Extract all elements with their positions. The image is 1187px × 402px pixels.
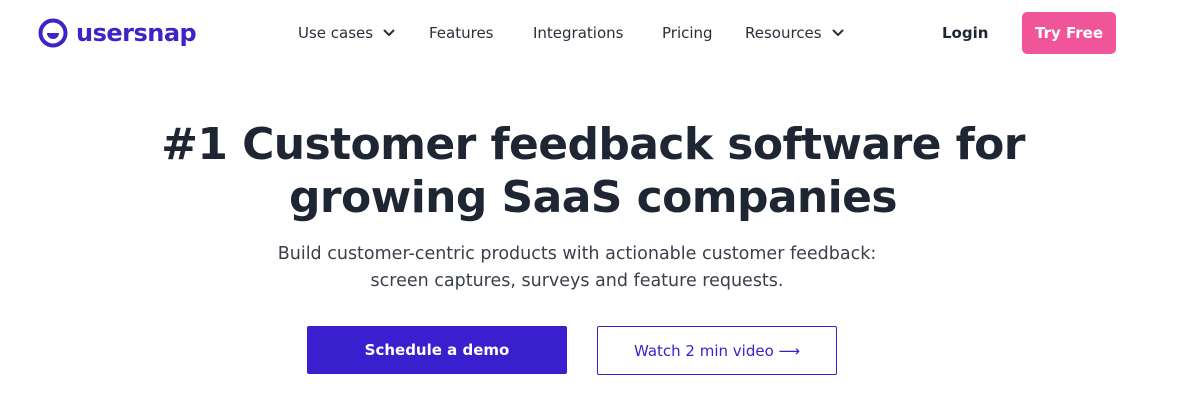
nav-features-label: Features [429, 24, 494, 42]
hero-title-line: growing SaaS companies [289, 172, 898, 223]
hero-title: #1 Customer feedback software for growin… [93, 118, 1093, 224]
watch-video-button[interactable]: Watch 2 min video ⟶ [597, 326, 837, 375]
hero-subtitle-line: Build customer-centric products with act… [277, 244, 877, 264]
nav-pricing-label: Pricing [662, 24, 713, 42]
brand-name: usersnap [76, 19, 197, 47]
nav-integrations[interactable]: Integrations [533, 22, 623, 44]
login-link[interactable]: Login [942, 22, 988, 44]
nav-use-cases[interactable]: Use cases [298, 22, 395, 44]
nav-features[interactable]: Features [429, 22, 494, 44]
nav-integrations-label: Integrations [533, 24, 624, 42]
nav-use-cases-label: Use cases [298, 24, 374, 42]
chevron-down-icon [383, 29, 395, 36]
hero-title-line: #1 Customer feedback software for [161, 119, 1025, 170]
page: usersnap Use cases Features Integrations… [0, 0, 1187, 402]
top-navigation: usersnap Use cases Features Integrations… [0, 0, 1187, 66]
chevron-down-icon [832, 29, 844, 36]
usersnap-logo[interactable]: usersnap [38, 16, 197, 50]
hero-subtitle: Build customer-centric products with act… [177, 241, 977, 295]
try-free-button[interactable]: Try Free [1022, 12, 1116, 54]
schedule-demo-button[interactable]: Schedule a demo [307, 326, 567, 374]
hero-subtitle-line: screen captures, surveys and feature req… [370, 271, 784, 291]
nav-resources-label: Resources [745, 24, 822, 42]
nav-resources[interactable]: Resources [745, 22, 844, 44]
usersnap-logo-icon [38, 18, 68, 48]
nav-pricing[interactable]: Pricing [662, 22, 713, 44]
